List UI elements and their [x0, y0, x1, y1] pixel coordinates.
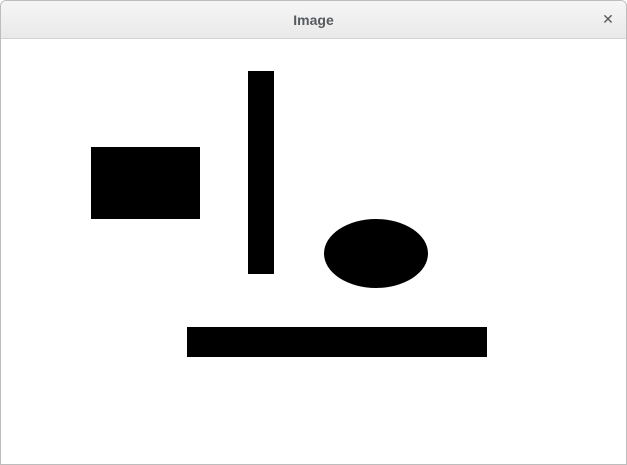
rectangle-shape	[91, 147, 200, 219]
vertical-bar-shape	[248, 71, 274, 274]
window-title: Image	[293, 12, 334, 28]
close-button[interactable]: ✕	[598, 10, 618, 30]
image-window: Image ✕	[0, 0, 627, 465]
titlebar[interactable]: Image ✕	[1, 1, 626, 39]
ellipse-shape	[324, 219, 428, 288]
image-canvas	[1, 39, 626, 464]
horizontal-bar-shape	[187, 327, 487, 357]
close-icon: ✕	[602, 12, 614, 28]
